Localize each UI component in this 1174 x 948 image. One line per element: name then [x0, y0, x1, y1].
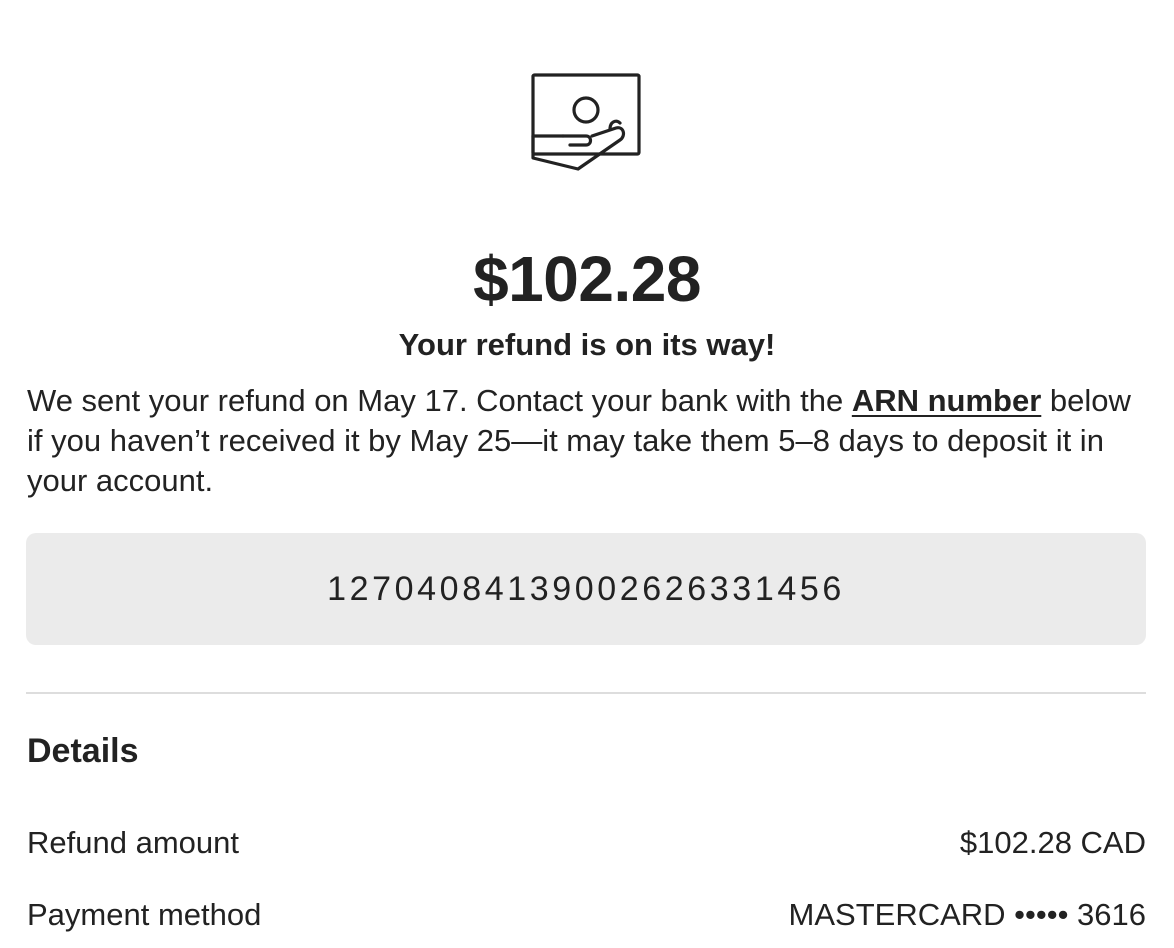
detail-value: $102.28 CAD: [959, 825, 1146, 860]
arn-number-box: 12704084139002626331456: [26, 533, 1146, 645]
hand-holding-card-icon: [531, 73, 641, 171]
refund-status-subtitle: Your refund is on its way!: [398, 327, 776, 362]
detail-row-payment-method: Payment method MASTERCARD ••••• 3616: [27, 896, 1146, 934]
arn-number-link[interactable]: ARN number: [852, 383, 1041, 418]
detail-label: Refund amount: [27, 825, 239, 860]
section-divider: [26, 692, 1146, 694]
refund-status-page: $102.28 Your refund is on its way! We se…: [0, 0, 1174, 948]
details-heading: Details: [27, 732, 139, 770]
detail-label: Payment method: [27, 897, 262, 932]
refund-message-text: We sent your refund on May 17. Contact y…: [27, 383, 852, 418]
detail-value: MASTERCARD ••••• 3616: [788, 897, 1146, 932]
refund-amount-heading: $102.28: [473, 243, 701, 315]
refund-message: We sent your refund on May 17. Contact y…: [27, 381, 1147, 501]
arn-number-value[interactable]: 12704084139002626331456: [327, 570, 845, 609]
detail-row-refund-amount: Refund amount $102.28 CAD: [27, 824, 1146, 862]
